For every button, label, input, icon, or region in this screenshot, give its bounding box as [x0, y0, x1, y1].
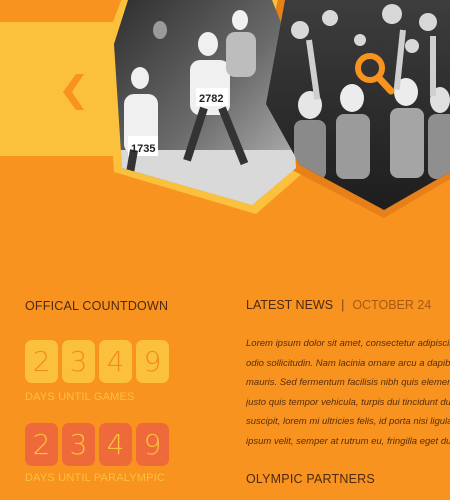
news-line: suscipit, lorem mi ultricies felis, id p… [246, 416, 450, 427]
countdown-digit: 4 [99, 340, 132, 383]
countdown-digit: 9 [136, 423, 169, 466]
countdown-digit: 3 [62, 340, 95, 383]
news-header: LATEST NEWS | OCTOBER 24 [246, 298, 431, 312]
news-line: Lorem ipsum dolor sit amet, consectetur … [246, 338, 450, 349]
gymnasts-photo [266, 0, 450, 210]
news-title[interactable]: LATEST NEWS [246, 298, 333, 312]
chevron-left-icon[interactable] [60, 72, 90, 112]
search-icon[interactable] [350, 50, 398, 98]
hero-banner: 2782 1735 [0, 0, 450, 260]
countdown-digit: 2 [25, 340, 58, 383]
countdown-digit: 9 [136, 340, 169, 383]
partners-title: OLYMPIC PARTNERS [246, 472, 375, 486]
games-countdown: 2 3 4 9 [25, 340, 169, 383]
news-line: ipsum velit, semper at rutrum eu, fringi… [246, 435, 450, 447]
news-separator: | [341, 298, 345, 312]
countdown-digit: 2 [25, 423, 58, 466]
countdown-digit: 4 [99, 423, 132, 466]
games-caption: DAYS UNTIL GAMES [25, 391, 135, 403]
news-line: mauris. Sed fermentum facilisis nibh qui… [246, 377, 450, 388]
countdown-digit: 3 [62, 423, 95, 466]
news-date: OCTOBER 24 [352, 298, 432, 312]
news-line: justo quis tempor vehicula, turpis dui t… [246, 396, 450, 408]
news-line: odio sollicitudin. Nam lacinia ornare ar… [246, 357, 450, 369]
paralympic-caption: DAYS UNTIL PARALYMPIC [25, 472, 166, 484]
hero-frames: 2782 1735 [106, 0, 450, 218]
bib-number: 1735 [131, 143, 155, 155]
paralympic-countdown: 2 3 4 9 [25, 423, 169, 466]
bib-number: 2782 [199, 93, 223, 105]
news-body: Lorem ipsum dolor sit amet, consectetur … [246, 334, 450, 451]
countdown-title: OFFICAL COUNTDOWN [25, 299, 169, 313]
